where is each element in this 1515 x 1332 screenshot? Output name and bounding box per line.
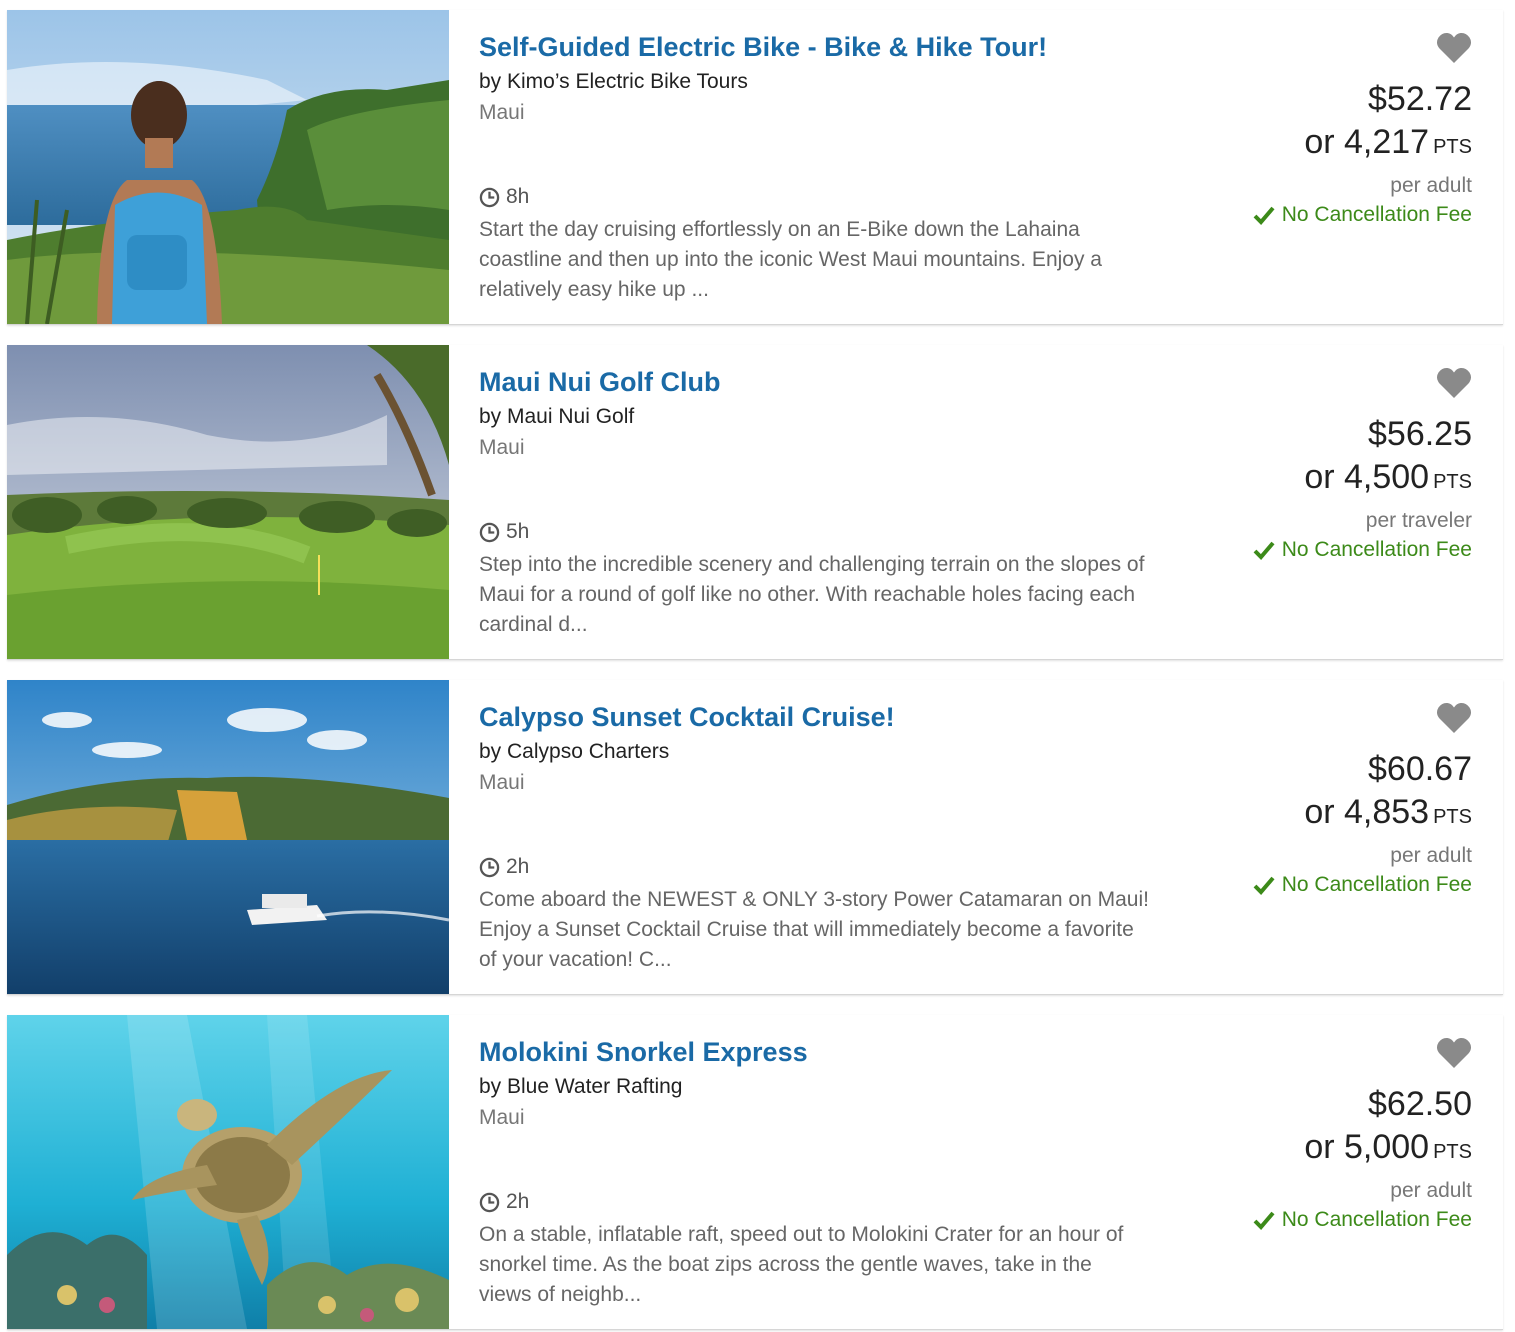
listing-title[interactable]: Molokini Snorkel Express <box>479 1037 808 1068</box>
listing-vendor: by Blue Water Rafting <box>479 1075 683 1098</box>
points-label: PTS <box>1433 1141 1472 1163</box>
listing-title[interactable]: Maui Nui Golf Club <box>479 367 720 398</box>
clock-icon <box>479 187 500 207</box>
points-value: or 4,217 <box>1304 123 1430 161</box>
duration-value: 5h <box>506 520 530 543</box>
points-label: PTS <box>1433 806 1472 828</box>
listing-pricing: $60.67 or 4,853 PTS per adult No Cancella… <box>1172 680 1472 994</box>
price-amount: $56.25 <box>1368 415 1472 453</box>
check-icon <box>1253 541 1275 560</box>
price-unit: per adult <box>1390 1179 1472 1202</box>
listing-pricing: $56.25 or 4,500 PTS per traveler No Cance… <box>1172 345 1472 659</box>
clock-icon <box>479 857 500 877</box>
listing-image-golf-course[interactable] <box>7 345 449 659</box>
cancellation-text: No Cancellation Fee <box>1281 873 1472 896</box>
listing-image-hiker-coast[interactable] <box>7 10 449 324</box>
points-value: or 4,853 <box>1304 793 1430 831</box>
points-amount: or 4,853 PTS <box>1304 793 1472 832</box>
listing-image-catamaran-sunset[interactable] <box>7 680 449 994</box>
listing-duration: 8h <box>479 185 529 209</box>
listing-location: Maui <box>479 1106 525 1129</box>
price-unit: per adult <box>1390 844 1472 867</box>
listing-description: Start the day cruising effortlessly on a… <box>479 218 1102 301</box>
listing-description: Come aboard the NEWEST & ONLY 3-story Po… <box>479 888 1149 971</box>
points-amount: or 5,000 PTS <box>1304 1128 1472 1167</box>
check-icon <box>1253 876 1275 895</box>
listing-location: Maui <box>479 436 525 459</box>
cancellation-text: No Cancellation Fee <box>1281 1208 1472 1231</box>
check-icon <box>1253 206 1275 225</box>
check-icon <box>1253 1211 1275 1230</box>
listing-description: On a stable, inflatable raft, speed out … <box>479 1223 1124 1306</box>
price-amount: $62.50 <box>1368 1085 1472 1123</box>
duration-value: 2h <box>506 1190 530 1213</box>
listing-title[interactable]: Calypso Sunset Cocktail Cruise! <box>479 702 895 733</box>
listing-location: Maui <box>479 771 525 794</box>
cancellation-text: No Cancellation Fee <box>1281 203 1472 226</box>
heart-icon[interactable] <box>1436 367 1472 399</box>
listing-duration: 2h <box>479 855 529 879</box>
duration-value: 8h <box>506 185 530 208</box>
cancellation-policy: No Cancellation Fee <box>1253 1208 1472 1232</box>
listing-duration: 2h <box>479 1190 529 1214</box>
points-amount: or 4,217 PTS <box>1304 123 1472 162</box>
listing-location: Maui <box>479 101 525 124</box>
price-amount: $52.72 <box>1368 80 1472 118</box>
listing-card[interactable]: Calypso Sunset Cocktail Cruise! by Calyp… <box>7 680 1503 995</box>
listing-image-sea-turtle[interactable] <box>7 1015 449 1329</box>
listing-card[interactable]: Self-Guided Electric Bike - Bike & Hike … <box>7 10 1503 325</box>
cancellation-policy: No Cancellation Fee <box>1253 538 1472 562</box>
listing-vendor: by Kimo’s Electric Bike Tours <box>479 70 748 93</box>
price-amount: $60.67 <box>1368 750 1472 788</box>
heart-icon[interactable] <box>1436 1037 1472 1069</box>
cancellation-policy: No Cancellation Fee <box>1253 873 1472 897</box>
points-amount: or 4,500 PTS <box>1304 458 1472 497</box>
listing-vendor: by Calypso Charters <box>479 740 670 763</box>
points-value: or 5,000 <box>1304 1128 1430 1166</box>
cancellation-text: No Cancellation Fee <box>1281 538 1472 561</box>
listing-vendor: by Maui Nui Golf <box>479 405 635 428</box>
listing-card[interactable]: Molokini Snorkel Express by Blue Water R… <box>7 1015 1503 1330</box>
listing-pricing: $62.50 or 5,000 PTS per adult No Cancella… <box>1172 1015 1472 1329</box>
points-label: PTS <box>1433 136 1472 158</box>
cancellation-policy: No Cancellation Fee <box>1253 203 1472 227</box>
heart-icon[interactable] <box>1436 702 1472 734</box>
clock-icon <box>479 1192 500 1212</box>
price-unit: per traveler <box>1365 509 1472 532</box>
points-label: PTS <box>1433 471 1472 493</box>
listing-info: Maui Nui Golf Club by Maui Nui Golf Maui… <box>479 345 1179 659</box>
listing-info: Molokini Snorkel Express by Blue Water R… <box>479 1015 1179 1329</box>
duration-value: 2h <box>506 855 530 878</box>
listing-info: Self-Guided Electric Bike - Bike & Hike … <box>479 10 1179 324</box>
points-value: or 4,500 <box>1304 458 1430 496</box>
listing-pricing: $52.72 or 4,217 PTS per adult No Cancella… <box>1172 10 1472 324</box>
clock-icon <box>479 522 500 542</box>
listing-description: Step into the incredible scenery and cha… <box>479 553 1145 636</box>
listing-title[interactable]: Self-Guided Electric Bike - Bike & Hike … <box>479 32 1047 63</box>
listing-info: Calypso Sunset Cocktail Cruise! by Calyp… <box>479 680 1179 994</box>
price-unit: per adult <box>1390 174 1472 197</box>
listing-duration: 5h <box>479 520 529 544</box>
heart-icon[interactable] <box>1436 32 1472 64</box>
listing-card[interactable]: Maui Nui Golf Club by Maui Nui Golf Maui… <box>7 345 1503 660</box>
